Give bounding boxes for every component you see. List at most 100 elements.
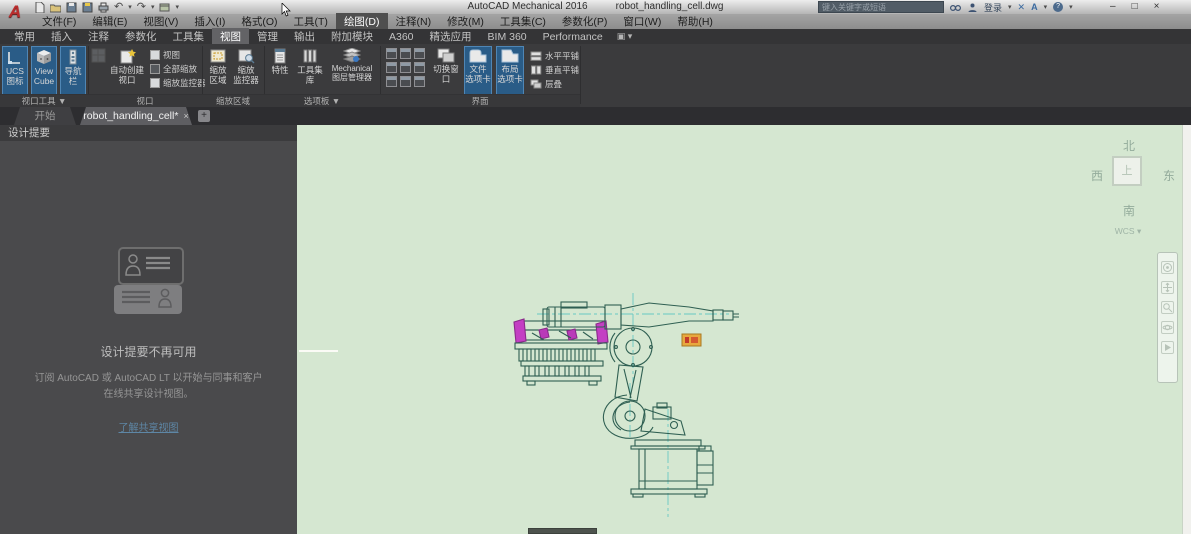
panel-label-palettes[interactable]: 选项板 ▼ bbox=[264, 94, 380, 107]
zoom-monitor-toggle-icon bbox=[150, 78, 160, 88]
robot-drawing bbox=[297, 125, 1191, 534]
restore-down-icon[interactable] bbox=[386, 48, 397, 59]
tool-palettes-label: 工具集库 bbox=[297, 65, 323, 85]
undo-icon[interactable]: ↶ bbox=[114, 2, 123, 13]
pan-icon[interactable] bbox=[1161, 281, 1174, 294]
tab-a360[interactable]: A360 bbox=[381, 30, 422, 44]
help-dropdown-icon[interactable]: ▾ bbox=[1069, 2, 1073, 13]
orbit-icon[interactable] bbox=[1161, 321, 1174, 334]
window-elements-icon[interactable] bbox=[400, 48, 411, 59]
zoom-monitor-toggle[interactable]: 缩放监控器 bbox=[150, 77, 206, 89]
clean-screen-icon[interactable] bbox=[386, 76, 397, 87]
tile-vertically-button[interactable]: 垂直平铺 bbox=[530, 64, 579, 76]
zoom-area-label: 缩放区域 bbox=[209, 65, 226, 85]
text-window-icon[interactable] bbox=[414, 48, 425, 59]
file-tab-active[interactable]: robot_handling_cell* × bbox=[80, 107, 192, 125]
switch-windows-label: 切换窗口 bbox=[433, 64, 459, 84]
design-feed-header[interactable]: 设计提要 bbox=[0, 125, 297, 141]
layout-tabs-label-line2: 选项卡 bbox=[497, 74, 523, 84]
file-tab-active-label: robot_handling_cell* bbox=[83, 110, 178, 122]
feed-card-icon bbox=[118, 247, 184, 285]
workspace-icon[interactable] bbox=[414, 76, 425, 87]
viewcube-west-label[interactable]: 西 bbox=[1091, 167, 1103, 184]
tab-manage[interactable]: 管理 bbox=[249, 28, 286, 45]
new-file-icon[interactable] bbox=[34, 2, 45, 13]
qat-customize-icon[interactable]: ▾ bbox=[175, 2, 179, 13]
file-tab-start[interactable]: 开始 bbox=[14, 107, 76, 125]
wcs-menu[interactable]: WCS ▾ bbox=[1103, 226, 1153, 237]
plot-icon[interactable] bbox=[98, 2, 109, 13]
tab-insert[interactable]: 插入 bbox=[43, 28, 80, 45]
layout-tabs-label-line1: 布局 bbox=[501, 64, 518, 74]
menu-toolsets[interactable]: 工具集(C) bbox=[492, 13, 554, 30]
zoom-all-toggle[interactable]: 全部缩放 bbox=[150, 63, 197, 75]
design-feed-message: 订阅 AutoCAD 或 AutoCAD LT 以开始与同事和客户在线共享设计视… bbox=[30, 371, 267, 402]
redo-icon[interactable]: ↷ bbox=[137, 2, 146, 13]
ribbon-state-toggle-icon[interactable]: ▣ ▾ bbox=[617, 31, 633, 42]
tile-vertical-icon bbox=[530, 65, 542, 75]
open-file-icon[interactable] bbox=[50, 2, 61, 13]
showmotion-icon[interactable] bbox=[1161, 341, 1174, 354]
tab-view[interactable]: 视图 bbox=[212, 28, 249, 45]
app-menu-button[interactable]: A bbox=[3, 0, 27, 26]
cascade-icon bbox=[530, 79, 542, 89]
redo-dropdown-icon[interactable]: ▾ bbox=[151, 2, 155, 13]
ui-options-icon[interactable] bbox=[414, 62, 425, 73]
navigation-bar-button-label: 导航栏 bbox=[64, 66, 81, 86]
save-as-icon[interactable] bbox=[82, 2, 93, 13]
new-drawing-tab-button[interactable]: + bbox=[198, 110, 210, 122]
zoom-icon[interactable] bbox=[1161, 301, 1174, 314]
design-feed-learn-more-link[interactable]: 了解共享视图 bbox=[0, 419, 297, 434]
user-icon[interactable] bbox=[967, 2, 978, 13]
a360-dropdown-icon[interactable]: ▾ bbox=[1044, 2, 1048, 13]
tile-horizontal-icon bbox=[530, 51, 542, 61]
menu-help[interactable]: 帮助(H) bbox=[669, 13, 721, 30]
app-title: AutoCAD Mechanical 2016 bbox=[468, 1, 588, 12]
mechanical-layer-manager-label: Mechanical 图层管理器 bbox=[332, 64, 372, 82]
command-line-icon[interactable] bbox=[400, 76, 411, 87]
lock-ui-icon[interactable] bbox=[386, 62, 397, 73]
close-button[interactable]: × bbox=[1154, 0, 1160, 13]
navigation-bar[interactable] bbox=[1157, 252, 1178, 383]
cascade-button[interactable]: 层叠 bbox=[530, 78, 562, 90]
menu-bar: 文件(F) 编辑(E) 视图(V) 插入(I) 格式(O) 工具(T) 绘图(D… bbox=[0, 14, 1191, 29]
sheet-set-icon[interactable] bbox=[159, 2, 170, 13]
document-title: robot_handling_cell.dwg bbox=[616, 1, 724, 12]
menu-parametric[interactable]: 参数化(P) bbox=[554, 13, 616, 30]
search-input[interactable] bbox=[818, 1, 944, 13]
viewcube-north-label[interactable]: 北 bbox=[1123, 137, 1135, 154]
canvas-scrollbar[interactable] bbox=[1182, 125, 1191, 534]
help-icon[interactable]: ? bbox=[1053, 2, 1063, 12]
search-binoculars-icon[interactable] bbox=[950, 2, 961, 13]
save-icon[interactable] bbox=[66, 2, 77, 13]
tab-addins[interactable]: 附加模块 bbox=[323, 28, 381, 45]
undo-dropdown-icon[interactable]: ▾ bbox=[128, 2, 132, 13]
maximize-button[interactable]: □ bbox=[1132, 0, 1138, 13]
design-feed-title: 设计提要不再可用 bbox=[0, 343, 297, 360]
viewcube-south-label[interactable]: 南 bbox=[1123, 202, 1135, 219]
file-tab-close-icon[interactable]: × bbox=[183, 111, 188, 121]
viewcube-top-face[interactable]: 上 bbox=[1112, 156, 1142, 186]
tile-horizontally-button[interactable]: 水平平铺 bbox=[530, 50, 579, 62]
tab-featured-apps[interactable]: 精选应用 bbox=[422, 28, 480, 45]
minimize-button[interactable]: – bbox=[1110, 0, 1116, 13]
tab-bim360[interactable]: BIM 360 bbox=[480, 30, 535, 44]
tab-parametric[interactable]: 参数化 bbox=[117, 28, 165, 45]
tab-performance[interactable]: Performance bbox=[535, 30, 611, 44]
file-tab-bar: 开始 robot_handling_cell* × + bbox=[0, 107, 1191, 125]
viewport-views-toggle[interactable]: 视图 bbox=[150, 49, 180, 61]
a360-icon[interactable]: A bbox=[1031, 1, 1038, 13]
tab-annotate[interactable]: 注释 bbox=[80, 28, 117, 45]
tab-toolsets[interactable]: 工具集 bbox=[165, 28, 213, 45]
sign-in-button[interactable]: 登录 bbox=[984, 1, 1002, 14]
drawing-canvas[interactable]: 北 西 上 东 南 WCS ▾ bbox=[297, 125, 1191, 534]
sign-in-dropdown-icon[interactable]: ▾ bbox=[1008, 2, 1012, 13]
panel-label-viewport-tools[interactable]: 视口工具 ▼ bbox=[0, 94, 88, 107]
tab-home[interactable]: 常用 bbox=[6, 28, 43, 45]
exchange-apps-icon[interactable]: ✕ bbox=[1018, 1, 1026, 13]
viewcube-east-label[interactable]: 东 bbox=[1163, 167, 1175, 184]
menu-window[interactable]: 窗口(W) bbox=[615, 13, 669, 30]
steering-wheel-icon[interactable] bbox=[1161, 261, 1174, 274]
tab-output[interactable]: 输出 bbox=[286, 28, 323, 45]
status-bar-icon[interactable] bbox=[400, 62, 411, 73]
